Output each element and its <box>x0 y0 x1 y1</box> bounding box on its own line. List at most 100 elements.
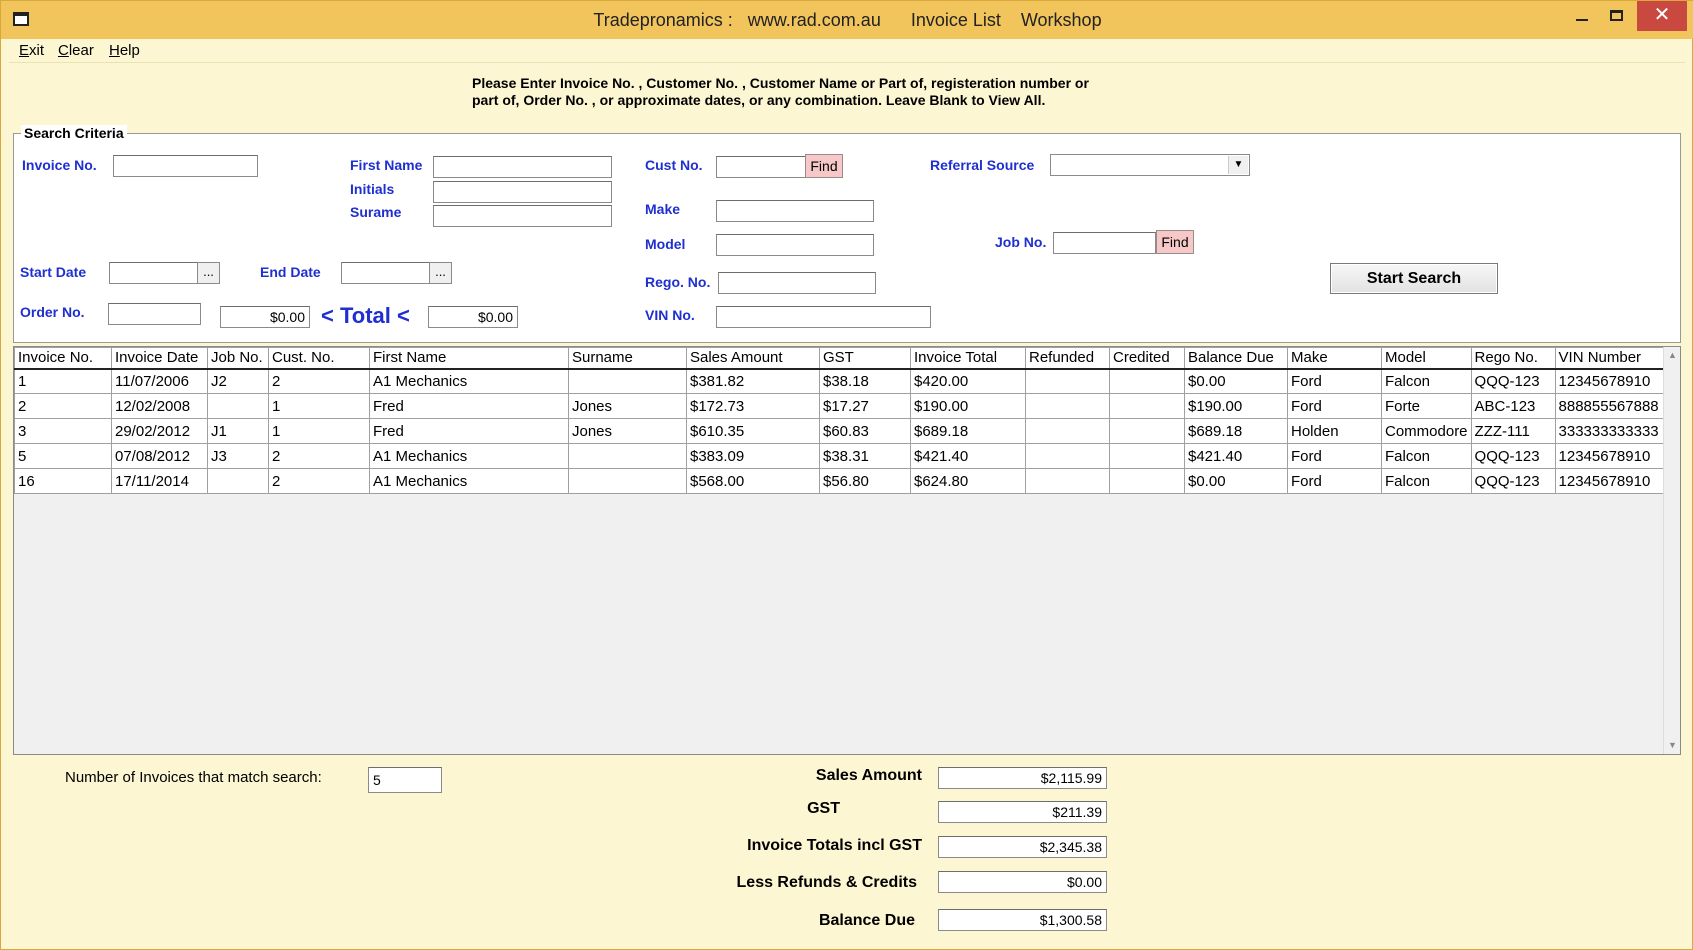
table-cell[interactable]: 2 <box>268 368 370 394</box>
maximize-button[interactable] <box>1599 1 1633 31</box>
column-header[interactable]: Cust. No. <box>268 347 370 370</box>
table-cell[interactable]: Ford <box>1287 468 1382 494</box>
table-cell[interactable]: $56.80 <box>819 468 911 494</box>
column-header[interactable]: Balance Due <box>1184 347 1288 370</box>
table-cell[interactable]: $0.00 <box>1184 368 1288 394</box>
table-cell[interactable] <box>1025 393 1110 419</box>
table-cell[interactable]: J2 <box>207 368 269 394</box>
column-header[interactable]: Make <box>1287 347 1382 370</box>
table-cell[interactable]: $610.35 <box>686 418 820 444</box>
table-cell[interactable] <box>568 468 687 494</box>
table-cell[interactable]: $383.09 <box>686 443 820 469</box>
gst-field[interactable] <box>938 801 1107 823</box>
table-cell[interactable]: Ford <box>1287 368 1382 394</box>
column-header[interactable]: Model <box>1381 347 1472 370</box>
total-min-input[interactable] <box>220 306 310 328</box>
refunds-credits-field[interactable] <box>938 871 1107 893</box>
table-cell[interactable]: $38.31 <box>819 443 911 469</box>
table-cell[interactable]: ZZZ-111 <box>1470 418 1556 444</box>
table-cell[interactable] <box>568 368 687 394</box>
scroll-up-icon[interactable]: ▲ <box>1664 347 1681 364</box>
table-cell[interactable]: Jones <box>568 393 687 419</box>
job-no-input[interactable] <box>1053 232 1156 254</box>
invoice-grid[interactable]: Invoice No. Invoice Date Job No. Cust. No. F… <box>13 346 1681 755</box>
end-date-picker-button[interactable]: ... <box>429 262 452 284</box>
column-header[interactable]: Surname <box>568 347 687 370</box>
table-cell[interactable] <box>207 393 269 419</box>
column-header[interactable]: Credited <box>1109 347 1185 370</box>
column-header[interactable]: Job No. <box>207 347 269 370</box>
column-header[interactable]: VIN Number <box>1554 347 1668 370</box>
rego-no-input[interactable] <box>718 272 876 294</box>
table-cell[interactable]: $172.73 <box>686 393 820 419</box>
minimize-button[interactable] <box>1565 1 1599 31</box>
vin-no-input[interactable] <box>716 306 931 328</box>
table-row[interactable]: 5 07/08/2012 J3 2 A1 Mechanics $383.09 $38.31 $… <box>14 443 1668 469</box>
menu-help[interactable]: Help <box>109 42 140 59</box>
table-cell[interactable] <box>1025 368 1110 394</box>
column-header[interactable]: GST <box>819 347 911 370</box>
table-cell[interactable] <box>1109 418 1185 444</box>
table-cell[interactable]: $421.40 <box>1184 443 1288 469</box>
end-date-input[interactable] <box>341 262 430 284</box>
sales-amount-field[interactable] <box>938 767 1107 789</box>
referral-source-select[interactable]: ▼ <box>1050 154 1250 176</box>
column-header[interactable]: First Name <box>369 347 569 370</box>
initials-input[interactable] <box>433 181 612 203</box>
table-cell[interactable]: QQQ-123 <box>1470 468 1556 494</box>
title-bar[interactable]: Tradepronamics : www.rad.com.au Invoice … <box>1 1 1693 39</box>
table-cell[interactable]: 07/08/2012 <box>111 443 208 469</box>
table-cell[interactable] <box>1109 393 1185 419</box>
table-cell[interactable]: 17/11/2014 <box>111 468 208 494</box>
column-header[interactable]: Sales Amount <box>686 347 820 370</box>
table-cell[interactable]: 12345678910 <box>1554 443 1668 469</box>
table-cell[interactable]: $568.00 <box>686 468 820 494</box>
table-row[interactable]: 3 29/02/2012 J1 1 Fred Jones $610.35 $60.83 $689… <box>14 418 1668 444</box>
table-cell[interactable]: $421.40 <box>910 443 1026 469</box>
table-cell[interactable]: $38.18 <box>819 368 911 394</box>
table-cell[interactable]: 2 <box>14 393 112 419</box>
table-cell[interactable]: 5 <box>14 443 112 469</box>
table-cell[interactable]: Fred <box>369 418 569 444</box>
table-cell[interactable]: $624.80 <box>910 468 1026 494</box>
table-cell[interactable]: Ford <box>1287 443 1382 469</box>
table-cell[interactable]: J1 <box>207 418 269 444</box>
table-cell[interactable]: QQQ-123 <box>1470 443 1556 469</box>
order-no-input[interactable] <box>108 303 201 325</box>
table-cell[interactable]: Jones <box>568 418 687 444</box>
column-header[interactable]: Invoice Total <box>910 347 1026 370</box>
column-header[interactable]: Invoice Date <box>111 347 208 370</box>
make-input[interactable] <box>716 200 874 222</box>
table-cell[interactable]: Ford <box>1287 393 1382 419</box>
table-cell[interactable]: $381.82 <box>686 368 820 394</box>
table-cell[interactable]: $689.18 <box>910 418 1026 444</box>
table-cell[interactable]: J3 <box>207 443 269 469</box>
vertical-scrollbar[interactable]: ▲ ▼ <box>1663 347 1680 754</box>
invoice-no-input[interactable] <box>113 155 258 177</box>
table-row[interactable]: 1 11/07/2006 J2 2 A1 Mechanics $381.82 $38.18 $… <box>14 368 1668 394</box>
table-cell[interactable]: 2 <box>268 468 370 494</box>
balance-due-field[interactable] <box>938 909 1107 931</box>
find-job-button[interactable]: Find <box>1156 230 1194 254</box>
table-cell[interactable]: 3 <box>14 418 112 444</box>
table-cell[interactable]: Holden <box>1287 418 1382 444</box>
table-cell[interactable]: 29/02/2012 <box>111 418 208 444</box>
table-cell[interactable]: Forte <box>1381 393 1472 419</box>
table-cell[interactable]: ABC-123 <box>1470 393 1556 419</box>
table-cell[interactable]: $190.00 <box>910 393 1026 419</box>
table-cell[interactable] <box>1109 443 1185 469</box>
table-cell[interactable]: $420.00 <box>910 368 1026 394</box>
table-row[interactable]: 16 17/11/2014 2 A1 Mechanics $568.00 $56.80 $6… <box>14 468 1668 494</box>
table-row[interactable]: 2 12/02/2008 1 Fred Jones $172.73 $17.27 $190.0… <box>14 393 1668 419</box>
invoice-count-field[interactable] <box>368 767 442 793</box>
column-header[interactable]: Rego No. <box>1470 347 1556 370</box>
table-cell[interactable]: 12345678910 <box>1554 368 1668 394</box>
table-cell[interactable]: Fred <box>369 393 569 419</box>
table-cell[interactable] <box>568 443 687 469</box>
table-cell[interactable]: $60.83 <box>819 418 911 444</box>
table-cell[interactable]: QQQ-123 <box>1470 368 1556 394</box>
total-max-input[interactable] <box>428 306 518 328</box>
table-cell[interactable] <box>1109 368 1185 394</box>
table-cell[interactable]: 888855567888 <box>1554 393 1668 419</box>
table-cell[interactable]: Falcon <box>1381 368 1472 394</box>
